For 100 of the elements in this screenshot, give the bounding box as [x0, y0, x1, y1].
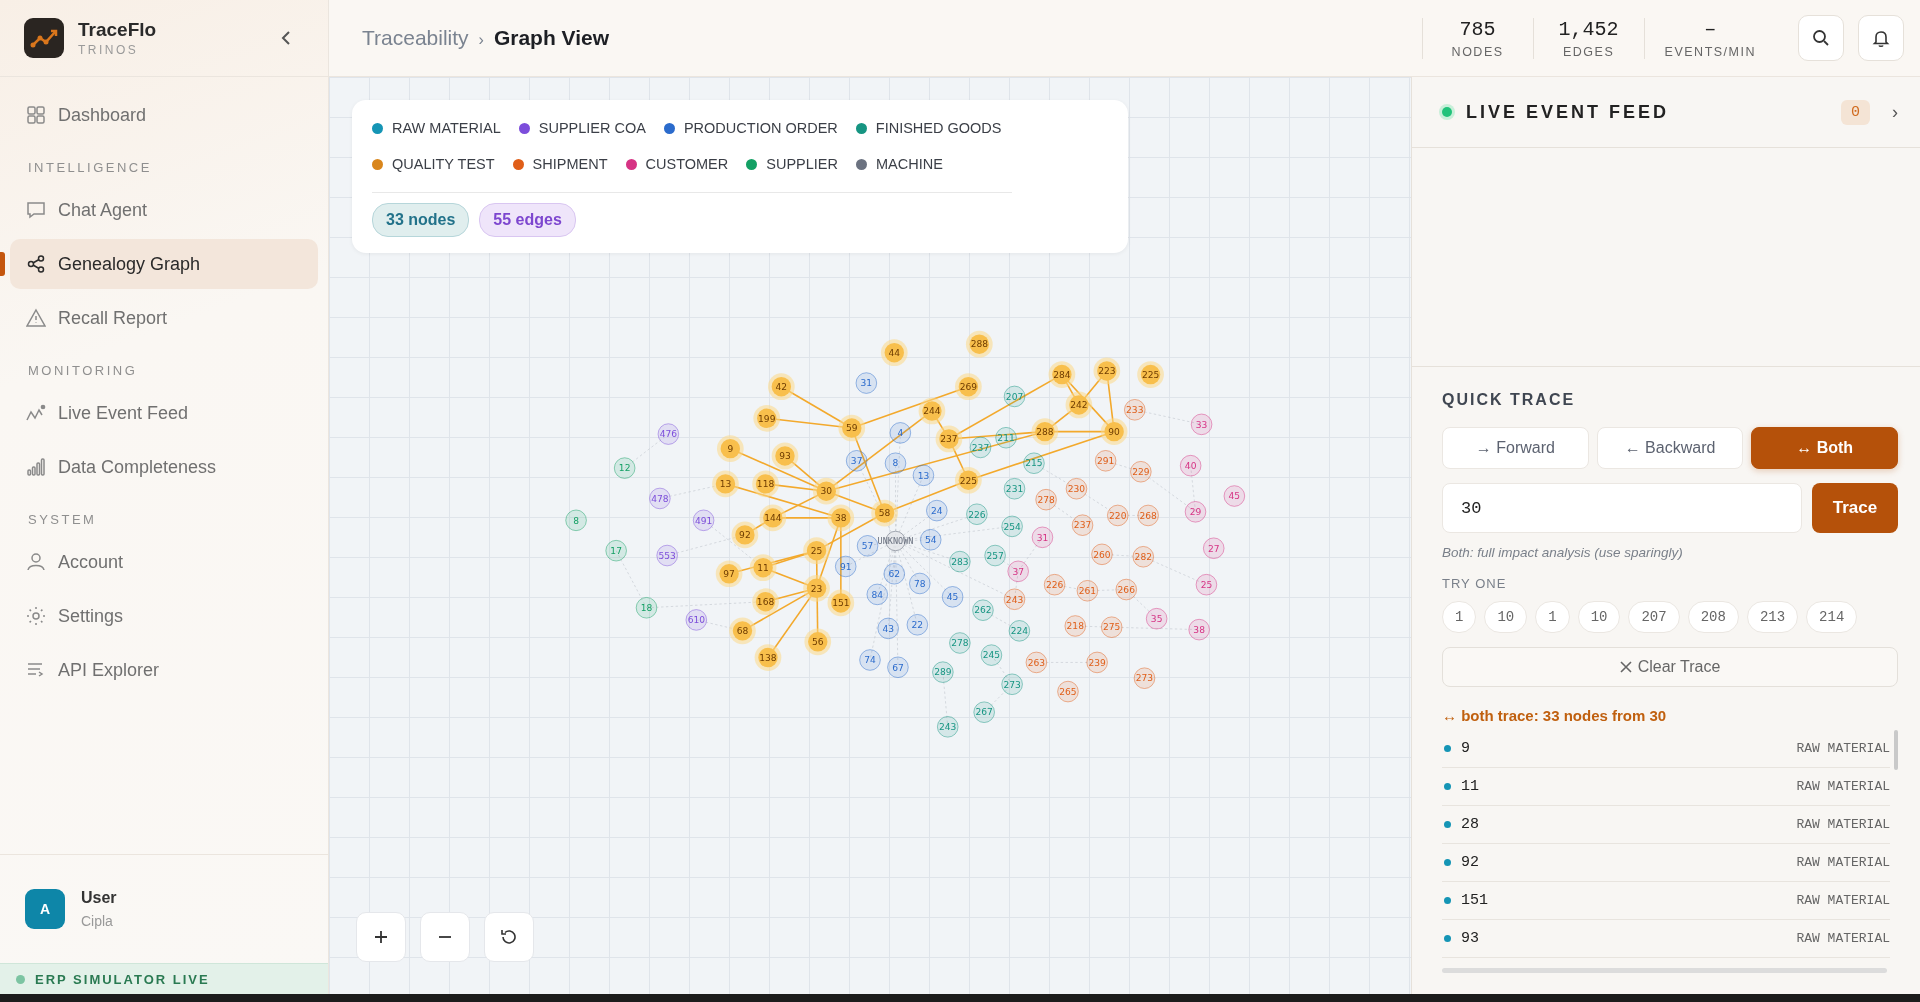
result-row[interactable]: 151 RAW MATERIAL [1442, 882, 1890, 920]
graph-node[interactable]: 58 [871, 499, 898, 527]
graph-node[interactable]: 31 [855, 372, 878, 394]
graph-node[interactable]: 288 [1031, 418, 1059, 445]
user-avatar[interactable]: A [25, 889, 65, 929]
nav-item[interactable]: API Explorer [10, 645, 318, 695]
graph-node[interactable]: 230 [1065, 478, 1088, 500]
result-row[interactable]: 92 RAW MATERIAL [1442, 844, 1890, 882]
graph-node[interactable]: 29 [1184, 501, 1207, 523]
graph-node[interactable]: 57 [856, 535, 879, 557]
graph-node[interactable]: 224 [1008, 620, 1031, 642]
graph-node[interactable]: 13 [912, 464, 935, 487]
graph-node[interactable]: 226 [1043, 573, 1066, 596]
example-chip[interactable]: 207 [1628, 601, 1680, 633]
graph-node[interactable]: 268 [1137, 504, 1159, 527]
graph-node[interactable]: 42 [768, 373, 795, 401]
graph-node[interactable]: 225 [1137, 361, 1164, 388]
graph-node[interactable]: 92 [731, 521, 759, 549]
graph-node[interactable]: 478 [649, 487, 671, 510]
graph-node[interactable]: 266 [1115, 578, 1138, 601]
example-chip[interactable]: 1 [1442, 601, 1477, 633]
graph-node[interactable]: 491 [692, 509, 715, 532]
graph-node[interactable]: 278 [949, 632, 971, 654]
graph-node[interactable]: 37 [1007, 560, 1029, 583]
graph-node[interactable]: 237 [935, 425, 963, 453]
trace-button[interactable]: Trace [1812, 483, 1898, 533]
graph-node[interactable]: 54 [919, 529, 942, 551]
graph-node[interactable]: 33 [1190, 413, 1213, 436]
graph-node[interactable]: 118 [752, 470, 779, 498]
scrollbar[interactable] [1442, 968, 1887, 973]
graph-node[interactable]: 37 [845, 450, 868, 472]
node-id-input[interactable]: 30 [1442, 483, 1802, 533]
graph-node[interactable]: 43 [877, 617, 899, 640]
graph-node[interactable]: 284 [1048, 361, 1076, 388]
graph-node[interactable]: 553 [656, 544, 678, 567]
nav-item[interactable]: Data Completeness [10, 442, 318, 492]
graph-node[interactable]: 18 [635, 597, 658, 619]
graph-node[interactable]: 269 [955, 373, 982, 401]
graph-node[interactable]: 278 [1035, 488, 1057, 511]
graph-node[interactable]: 223 [1093, 357, 1121, 385]
graph-node[interactable]: 260 [1091, 543, 1113, 566]
graph-node[interactable]: 30 [812, 477, 840, 505]
graph-node[interactable]: 44 [880, 339, 908, 367]
graph-node[interactable]: 8 [884, 452, 907, 474]
graph-node[interactable]: 84 [866, 583, 889, 606]
graph-node[interactable]: 226 [966, 503, 988, 525]
direction-toggle[interactable]: ← Backward [1596, 427, 1744, 469]
graph-node[interactable]: 288 [965, 330, 993, 358]
example-chip[interactable]: 213 [1746, 601, 1799, 633]
graph-node[interactable]: 45 [941, 586, 964, 608]
graph-node[interactable]: 245 [980, 644, 1003, 666]
graph-node[interactable]: 229 [1130, 461, 1152, 483]
graph-node[interactable]: 62 [883, 563, 906, 585]
graph-node[interactable]: 25 [803, 537, 830, 565]
result-row[interactable]: 93 RAW MATERIAL [1442, 920, 1890, 958]
collapse-chevron-icon[interactable] [280, 30, 292, 46]
graph-node[interactable]: 476 [657, 423, 680, 445]
nav-item[interactable]: Recall Report [10, 293, 318, 343]
example-chip[interactable]: 208 [1687, 601, 1739, 633]
graph-node[interactable]: 93 [771, 442, 799, 470]
direction-toggle[interactable]: → Forward [1442, 427, 1589, 469]
nav-item[interactable]: Account [10, 537, 318, 587]
graph-node[interactable]: 23 [803, 574, 830, 602]
breadcrumb-link[interactable]: Traceability [362, 26, 469, 50]
graph-node[interactable]: 67 [887, 656, 909, 679]
graph-node[interactable]: 263 [1025, 651, 1048, 674]
graph-node[interactable]: 59 [838, 414, 866, 442]
graph-node[interactable]: 225 [955, 466, 982, 494]
example-chip[interactable]: 10 [1577, 601, 1621, 633]
graph-node[interactable]: 267 [973, 701, 995, 723]
graph-node[interactable]: 220 [1107, 504, 1129, 527]
graph-node[interactable]: 237 [1071, 514, 1094, 536]
graph-node[interactable]: 242 [1065, 391, 1093, 419]
graph-node[interactable]: 25 [1195, 573, 1218, 596]
graph-node[interactable]: 4 [889, 422, 912, 444]
graph-node[interactable]: 9 [716, 435, 744, 462]
graph-node[interactable]: 13 [712, 470, 739, 498]
graph-node[interactable]: 45 [1223, 485, 1246, 507]
graph-node[interactable]: 138 [754, 644, 782, 671]
graph-node[interactable]: 38 [1188, 618, 1210, 641]
graph-node[interactable]: 12 [613, 457, 636, 479]
graph-node[interactable]: 199 [753, 404, 781, 432]
graph-node[interactable]: 610 [685, 609, 708, 631]
result-row[interactable]: 11 RAW MATERIAL [1442, 768, 1890, 806]
search-button[interactable] [1798, 15, 1844, 61]
graph-node[interactable]: 207 [1003, 385, 1026, 408]
example-chip[interactable]: 1 [1535, 601, 1570, 633]
graph-node[interactable]: 233 [1124, 399, 1146, 421]
graph-node[interactable]: 56 [804, 628, 832, 656]
reset-view-button[interactable] [484, 912, 534, 962]
graph-node[interactable]: 11 [749, 554, 777, 582]
graph-node[interactable]: 273 [1133, 667, 1156, 689]
nav-item[interactable]: Genealogy Graph [10, 239, 318, 289]
graph-node[interactable]: 265 [1057, 680, 1079, 703]
graph-node[interactable]: 231 [1003, 478, 1026, 500]
graph-node[interactable]: 27 [1202, 537, 1225, 559]
nav-item[interactable]: Live Event Feed [10, 388, 318, 438]
nav-item[interactable]: Dashboard [10, 90, 318, 140]
graph-node[interactable]: 283 [949, 550, 971, 573]
result-row[interactable]: 28 RAW MATERIAL [1442, 806, 1890, 844]
